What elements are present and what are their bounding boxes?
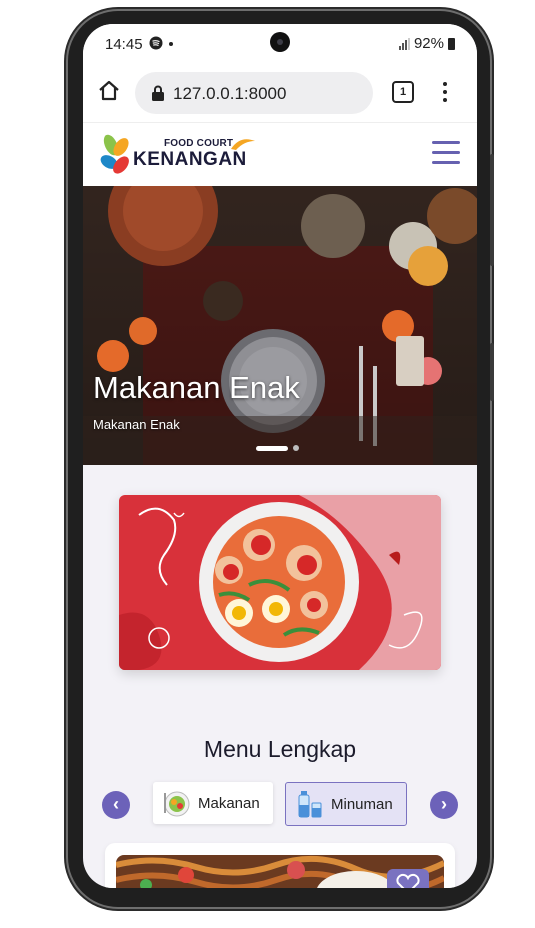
logo-petals-icon: [100, 134, 129, 174]
hero-title: Makanan Enak: [93, 370, 300, 405]
promo-banner[interactable]: [119, 495, 441, 670]
volume-button: [490, 154, 494, 266]
status-bar: 14:45 92%: [83, 24, 477, 64]
hamburger-menu-icon[interactable]: [432, 141, 460, 165]
address-bar[interactable]: 127.0.0.1:8000: [135, 72, 373, 114]
category-makanan-label: Makanan: [198, 794, 260, 812]
browser-toolbar: 127.0.0.1:8000 1: [83, 64, 477, 123]
phone-screen: 14:45 92% 127.0.0.1:8000 1 FOOD COURT KE…: [83, 24, 477, 888]
battery-text: 92%: [413, 35, 444, 52]
heart-icon: [396, 873, 420, 888]
battery-icon: [448, 37, 455, 50]
url-text: 127.0.0.1:8000: [173, 84, 287, 103]
category-next-button[interactable]: ›: [430, 791, 458, 819]
signal-icon: [398, 37, 410, 50]
water-bottle-icon: [298, 791, 322, 818]
food-plate-icon: [164, 791, 190, 817]
status-right: 92%: [398, 35, 455, 52]
category-makanan[interactable]: Makanan: [153, 782, 273, 824]
dot-icon: [168, 42, 173, 46]
carousel-dot-active[interactable]: [256, 445, 288, 451]
logo-top-text: FOOD COURT: [164, 138, 234, 149]
power-button: [490, 343, 494, 401]
carousel-dot[interactable]: [293, 445, 299, 451]
category-minuman[interactable]: Minuman: [285, 782, 407, 826]
status-time: 14:45: [105, 36, 143, 53]
favorite-button[interactable]: [387, 869, 429, 888]
hero-carousel[interactable]: Makanan Enak Makanan Enak: [83, 186, 477, 465]
tabs-switcher-button[interactable]: 1: [392, 81, 414, 103]
carousel-indicators: [256, 445, 299, 451]
spotify-icon: [149, 36, 163, 50]
home-icon[interactable]: [97, 79, 121, 103]
hero-subtitle: Makanan Enak: [93, 417, 180, 432]
site-header: FOOD COURT KENANGAN: [83, 123, 477, 186]
front-camera: [270, 32, 290, 52]
logo-main-text: KENANGAN: [133, 149, 247, 170]
site-logo[interactable]: FOOD COURT KENANGAN: [99, 133, 255, 177]
notification-icons: [149, 36, 175, 51]
menu-section-title: Menu Lengkap: [203, 736, 357, 762]
category-prev-button[interactable]: ‹: [102, 791, 130, 819]
category-minuman-label: Minuman: [331, 795, 393, 813]
more-options-icon[interactable]: [439, 80, 451, 104]
soup-bowl-image: [119, 495, 441, 670]
lock-icon: [152, 85, 164, 101]
